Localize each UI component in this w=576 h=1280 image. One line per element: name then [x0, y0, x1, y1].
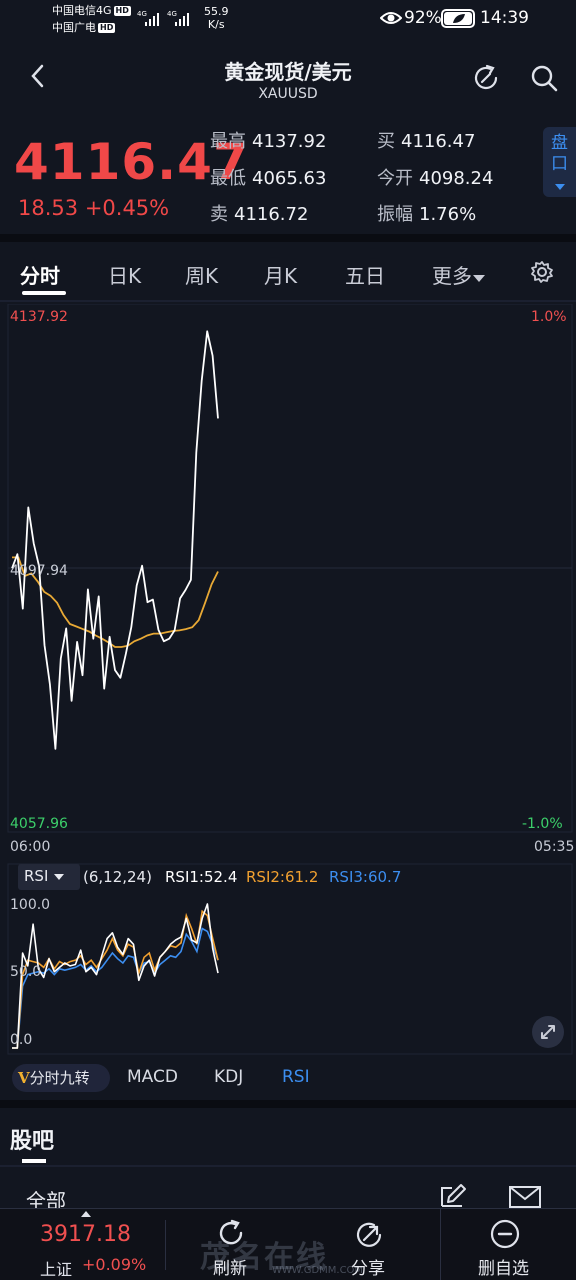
tab-kdj[interactable]: KDJ [214, 1062, 243, 1092]
price-line [11, 330, 219, 750]
y-axis-bottom: 4057.96 [10, 816, 68, 832]
rsi-axis-100: 100.0 [10, 897, 51, 913]
divider [0, 300, 576, 302]
divider [0, 1100, 576, 1108]
rsi2-line [12, 909, 219, 1049]
low-stat: 最低 4065.63 [210, 168, 327, 189]
rsi-chart-frame [7, 863, 573, 1055]
tab-more[interactable]: 更多 [432, 260, 486, 289]
price-lines [11, 330, 219, 750]
time-end: 05:35 [534, 839, 575, 855]
guba-tab-indicator [22, 1159, 46, 1163]
index-change: +0.09% [82, 1255, 147, 1274]
indicator-select[interactable]: RSI [18, 864, 80, 890]
pct-axis-bottom: -1.0% [522, 816, 563, 832]
refresh-icon [219, 1219, 243, 1245]
refresh-button[interactable] [470, 62, 502, 94]
rsi-axis-0: 0.0 [10, 1032, 33, 1048]
divider [165, 1220, 166, 1270]
gear-icon [531, 261, 553, 283]
net-speed: 55.9 K/s [204, 5, 229, 31]
share-label: 分享 [351, 1259, 385, 1279]
carrier-2: 中国广电 HD [52, 21, 116, 34]
expand-chart-button[interactable] [532, 1016, 564, 1048]
net-1-label: 4G [137, 10, 147, 18]
tab-fenshi[interactable]: 分时 [20, 260, 60, 289]
chart-grid [7, 304, 573, 1055]
y-axis-mid: 4097.94 [10, 563, 68, 579]
chart-settings-button[interactable] [530, 260, 554, 288]
rsi3-line [12, 927, 219, 1049]
caret-down-icon [54, 874, 65, 880]
battery-icon [441, 9, 475, 28]
time-start: 06:00 [10, 839, 51, 855]
caret-down-icon [473, 275, 485, 282]
tab-rsi[interactable]: RSI [282, 1062, 310, 1092]
status-bar: 中国电信4G HD 中国广电 HD 4G 4G 55.9 K/s 92% 14:39 [0, 0, 576, 40]
divider [0, 234, 576, 242]
carrier-1: 中国电信4G HD [52, 4, 131, 17]
caret-up-icon [81, 1211, 91, 1217]
expand-icon [541, 1025, 555, 1039]
high-stat: 最高 4137.92 [210, 131, 327, 152]
guba-title[interactable]: 股吧 [10, 1123, 54, 1155]
chart-tabs: 分时 日K 周K 月K 五日 更多 [0, 250, 576, 296]
search-button[interactable] [528, 62, 560, 94]
refresh-label: 刷新 [213, 1259, 247, 1279]
indicator-tabs: MACD KDJ RSI [0, 1062, 576, 1094]
pct-axis-top: 1.0% [531, 309, 567, 325]
caret-down-icon [554, 184, 565, 190]
divider [440, 1208, 441, 1280]
remove-watchlist-label: 删自选 [478, 1259, 529, 1279]
signal-icon: 4G 4G [137, 10, 189, 26]
clock: 14:39 [480, 8, 529, 28]
buy-stat: 买 4116.47 [377, 131, 476, 152]
rsi3-value: RSI3:60.7 [329, 868, 402, 886]
tab-macd[interactable]: MACD [127, 1062, 178, 1092]
intraday-chart[interactable] [0, 304, 576, 1064]
net-2-label: 4G [167, 10, 177, 18]
price-change: 18.53 +0.45% [18, 196, 170, 220]
refresh-icon [474, 64, 498, 90]
share-icon [356, 1222, 382, 1247]
pankou-label: 盘口 [551, 133, 568, 174]
open-stat: 今开 4098.24 [377, 168, 494, 189]
tab-day-k[interactable]: 日K [108, 260, 141, 289]
divider [0, 1165, 576, 1167]
battery-percent: 92% [404, 8, 442, 28]
tab-month-k[interactable]: 月K [264, 260, 297, 289]
index-price: 3917.18 [40, 1222, 131, 1247]
index-name: 上证 [40, 1260, 73, 1279]
edit-icon [441, 1184, 466, 1207]
amplitude-stat: 振幅 1.76% [377, 204, 477, 225]
rsi2-value: RSI2:61.2 [246, 868, 319, 886]
y-axis-top: 4137.92 [10, 309, 68, 325]
search-icon [531, 65, 558, 92]
rsi-axis-50: 50.0 [10, 964, 42, 980]
rsi1-line [12, 903, 219, 1049]
pankou-button[interactable]: 盘口 [543, 127, 576, 197]
minus-circle-icon [490, 1219, 520, 1249]
rsi1-value: RSI1:52.4 [165, 868, 238, 886]
mail-icon [509, 1186, 541, 1208]
rsi-params: (6,12,24) [83, 868, 152, 886]
tab-five-day[interactable]: 五日 [345, 260, 385, 289]
eye-icon [380, 12, 402, 24]
active-tab-indicator [22, 291, 66, 295]
tab-week-k[interactable]: 周K [185, 260, 218, 289]
sell-stat: 卖 4116.72 [210, 204, 309, 225]
rsi-lines [12, 903, 219, 1049]
